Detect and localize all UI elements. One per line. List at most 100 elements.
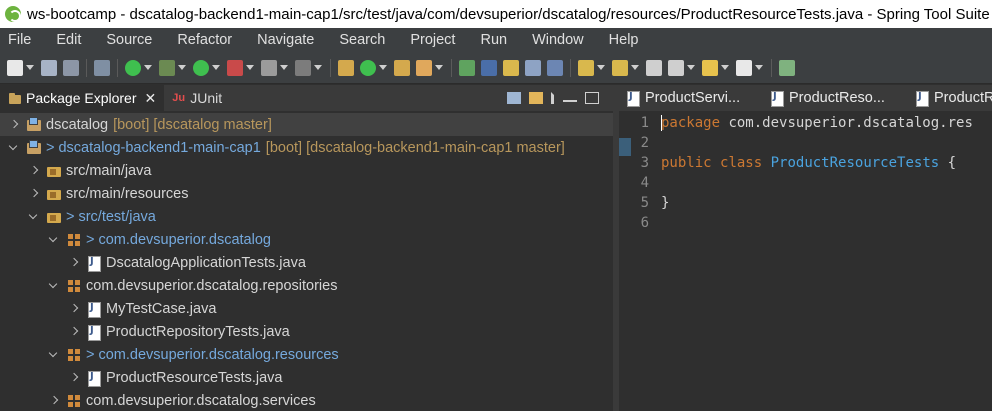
debug-icon[interactable] [159, 59, 175, 76]
chevron-right-icon[interactable] [8, 119, 20, 131]
show-whitespace-icon[interactable] [547, 59, 563, 76]
task-icon[interactable] [459, 59, 475, 76]
menu-help[interactable]: Help [601, 32, 647, 48]
tree-item[interactable]: MyTestCase.java [0, 297, 613, 320]
editor-tab[interactable]: ProductReso... [759, 85, 904, 111]
search-dropdown-icon[interactable] [435, 65, 443, 70]
view-menu-icon[interactable] [551, 92, 555, 104]
collapse-all-icon[interactable] [507, 92, 521, 104]
tree-item[interactable]: DscatalogApplicationTests.java [0, 251, 613, 274]
minimize-icon[interactable] [563, 94, 577, 102]
tree-item[interactable]: ProductRepositoryTests.java [0, 320, 613, 343]
title-bar: ws-bootcamp - dscatalog-backend1-main-ca… [0, 0, 992, 28]
maximize-icon[interactable] [585, 92, 599, 104]
back-icon[interactable] [668, 59, 684, 76]
forward-arrow-icon[interactable] [736, 59, 752, 76]
external-tools-dropdown-icon[interactable] [246, 65, 254, 70]
code-editor[interactable]: 1 package com.devsuperior.dscatalog.res 2 3… [619, 111, 992, 411]
back-dropdown-icon[interactable] [687, 65, 695, 70]
chevron-right-icon[interactable] [68, 257, 80, 269]
editor-tab[interactable]: ProductRe [904, 85, 992, 111]
toggle-breadcrumb-icon[interactable] [503, 59, 519, 76]
menu-project[interactable]: Project [402, 32, 463, 48]
tree-item[interactable]: ProductResourceTests.java [0, 366, 613, 389]
code-line[interactable]: 2 [619, 133, 992, 153]
stop-dropdown-icon[interactable] [280, 65, 288, 70]
new-icon[interactable] [7, 59, 23, 76]
spring-boot-dashboard-icon[interactable] [125, 59, 141, 76]
forward-arrow-dropdown-icon[interactable] [755, 65, 763, 70]
tree-item-label: dscatalog [46, 116, 109, 133]
close-icon[interactable]: ✕ [145, 90, 157, 107]
debug-dropdown-icon[interactable] [178, 65, 186, 70]
run-dropdown-icon[interactable] [212, 65, 220, 70]
toggle-mark-occurrences-icon[interactable] [481, 59, 497, 76]
tab-junit[interactable]: Ju JUnit [164, 85, 230, 111]
open-type-icon[interactable] [394, 59, 410, 76]
new-class-dropdown-icon[interactable] [379, 65, 387, 70]
new-class-icon[interactable] [360, 59, 376, 76]
chevron-right-icon[interactable] [68, 372, 80, 384]
tree-item[interactable]: > com.devsuperior.dscatalog.resources [0, 343, 613, 366]
chevron-down-icon[interactable] [48, 234, 60, 246]
menu-navigate[interactable]: Navigate [249, 32, 322, 48]
chevron-down-icon[interactable] [48, 349, 60, 361]
menu-search[interactable]: Search [331, 32, 393, 48]
last-edit-location-icon[interactable] [646, 59, 662, 76]
chevron-right-icon[interactable] [48, 395, 60, 407]
skip-breakpoints-icon[interactable] [94, 59, 110, 76]
menu-file[interactable]: File [0, 32, 39, 48]
chevron-right-icon[interactable] [28, 188, 40, 200]
deploy-icon[interactable] [295, 59, 311, 76]
code-line[interactable]: 3 public class ProductResourceTests { [619, 153, 992, 173]
boot-dropdown-icon[interactable] [144, 65, 152, 70]
deploy-dropdown-icon[interactable] [314, 65, 322, 70]
tree-item-label: MyTestCase.java [106, 300, 217, 317]
menu-edit[interactable]: Edit [48, 32, 89, 48]
save-all-icon[interactable] [63, 59, 79, 76]
stop-icon[interactable] [261, 59, 277, 76]
tree-item[interactable]: com.devsuperior.dscatalog.services [0, 389, 613, 411]
chevron-down-icon[interactable] [28, 211, 40, 223]
code-line[interactable]: 1 package com.devsuperior.dscatalog.res [619, 113, 992, 133]
back-arrow-dropdown-icon[interactable] [721, 65, 729, 70]
tree-item[interactable]: dscatalog [boot] [dscatalog master] [0, 113, 613, 136]
menu-window[interactable]: Window [524, 32, 592, 48]
tree-item-label: com.devsuperior.dscatalog.services [86, 392, 316, 409]
chevron-right-icon[interactable] [28, 165, 40, 177]
chevron-down-icon[interactable] [8, 142, 20, 154]
tree-item-label: src/main/resources [66, 185, 189, 202]
link-with-editor-icon[interactable] [529, 92, 543, 104]
menu-source[interactable]: Source [98, 32, 160, 48]
chevron-down-icon[interactable] [48, 280, 60, 292]
next-annotation-icon[interactable] [578, 59, 594, 76]
tab-package-explorer[interactable]: Package Explorer ✕ [0, 85, 165, 111]
code-line[interactable]: 6 [619, 213, 992, 233]
menu-refactor[interactable]: Refactor [169, 32, 240, 48]
next-annotation-dropdown-icon[interactable] [597, 65, 605, 70]
run-icon[interactable] [193, 59, 209, 76]
git-change-marker: > [86, 346, 95, 363]
tree-item[interactable]: > dscatalog-backend1-main-cap1 [boot] [dsc… [0, 136, 613, 159]
tree-item[interactable]: com.devsuperior.dscatalog.repositories [0, 274, 613, 297]
search-icon[interactable] [416, 59, 432, 76]
previous-annotation-icon[interactable] [612, 59, 628, 76]
block-selection-icon[interactable] [525, 59, 541, 76]
tree-item[interactable]: src/main/java [0, 159, 613, 182]
menu-run[interactable]: Run [472, 32, 515, 48]
save-icon[interactable] [41, 59, 57, 76]
code-line[interactable]: 4 [619, 173, 992, 193]
tree-item[interactable]: > src/test/java [0, 205, 613, 228]
open-perspective-icon[interactable] [779, 59, 795, 76]
new-dropdown-icon[interactable] [26, 65, 34, 70]
external-tools-icon[interactable] [227, 59, 243, 76]
chevron-right-icon[interactable] [68, 326, 80, 338]
tree-item[interactable]: > com.devsuperior.dscatalog [0, 228, 613, 251]
previous-annotation-dropdown-icon[interactable] [631, 65, 639, 70]
new-java-project-icon[interactable] [338, 59, 354, 76]
editor-tab[interactable]: ProductServi... [619, 85, 759, 111]
tree-item[interactable]: src/main/resources [0, 182, 613, 205]
back-arrow-icon[interactable] [702, 59, 718, 76]
chevron-right-icon[interactable] [68, 303, 80, 315]
code-line[interactable]: 5} [619, 193, 992, 213]
